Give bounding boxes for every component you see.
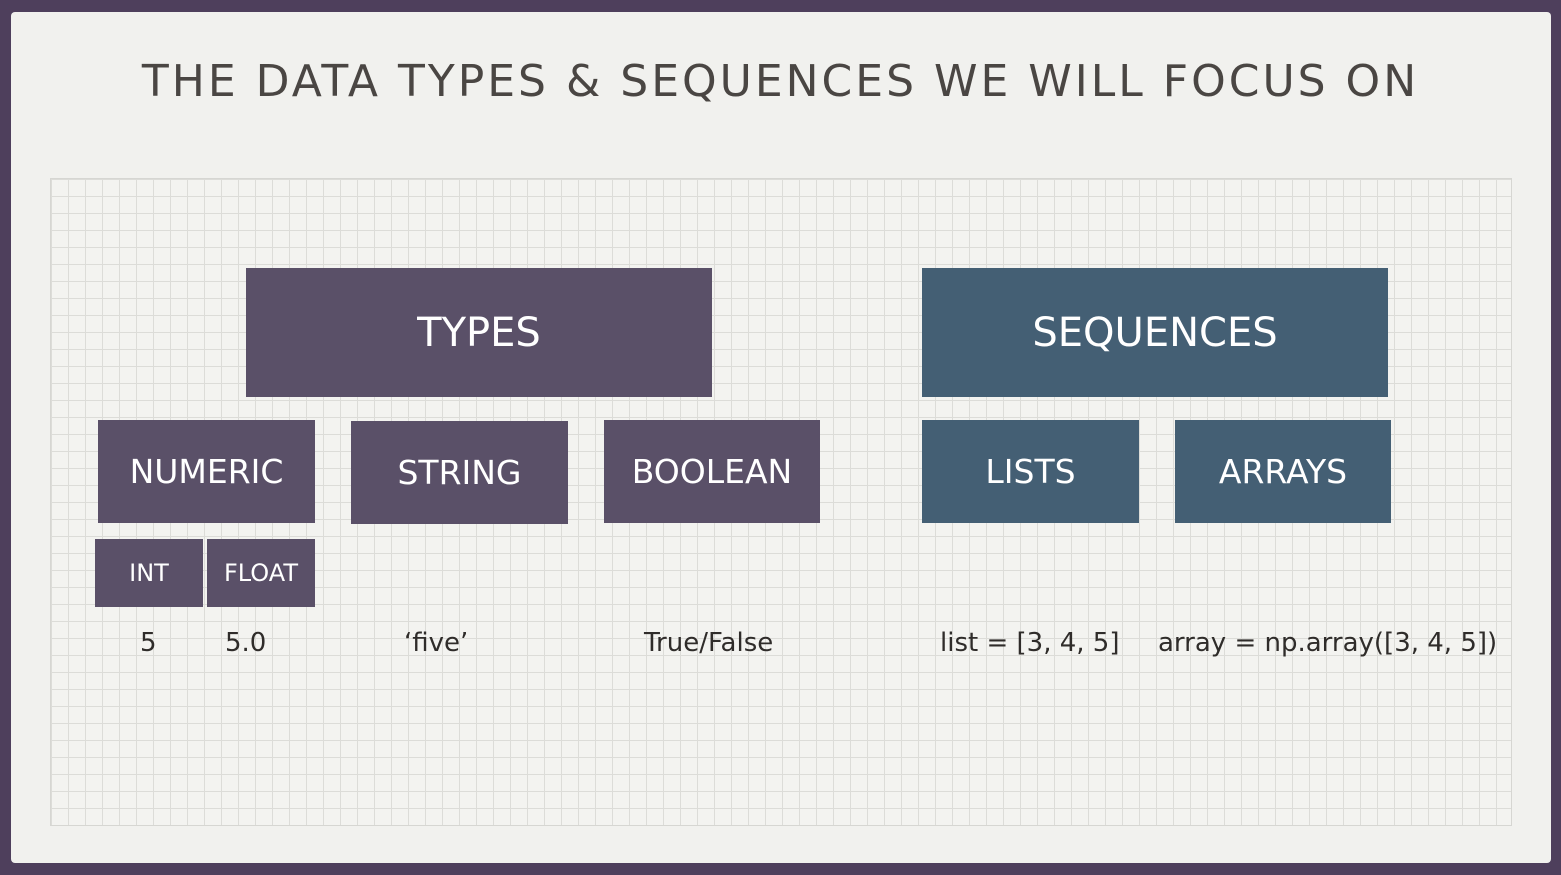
array-example: array = np.array([3, 4, 5]) — [1158, 628, 1498, 658]
int-box: INT — [95, 539, 203, 607]
lists-box: LISTS — [922, 420, 1139, 523]
string-example: ‘five’ — [404, 628, 469, 658]
boolean-box: BOOLEAN — [604, 420, 820, 523]
string-label: STRING — [397, 453, 522, 492]
slide-title: THE DATA TYPES & SEQUENCES WE WILL FOCUS… — [141, 56, 1420, 107]
numeric-box: NUMERIC — [98, 420, 315, 523]
types-label: TYPES — [417, 309, 541, 356]
boolean-label: BOOLEAN — [631, 452, 793, 491]
lists-label: LISTS — [985, 452, 1076, 491]
string-box: STRING — [351, 421, 568, 524]
numeric-label: NUMERIC — [129, 452, 284, 491]
int-example: 5 — [140, 628, 157, 658]
int-label: INT — [129, 559, 169, 587]
types-box: TYPES — [246, 268, 712, 397]
float-box: FLOAT — [207, 539, 315, 607]
arrays-box: ARRAYS — [1175, 420, 1391, 523]
sequences-label: SEQUENCES — [1032, 309, 1278, 356]
sequences-box: SEQUENCES — [922, 268, 1388, 397]
boolean-example: True/False — [644, 628, 774, 658]
list-example: list = [3, 4, 5] — [940, 628, 1120, 658]
float-example: 5.0 — [225, 628, 267, 658]
float-label: FLOAT — [223, 559, 298, 587]
arrays-label: ARRAYS — [1218, 452, 1348, 491]
